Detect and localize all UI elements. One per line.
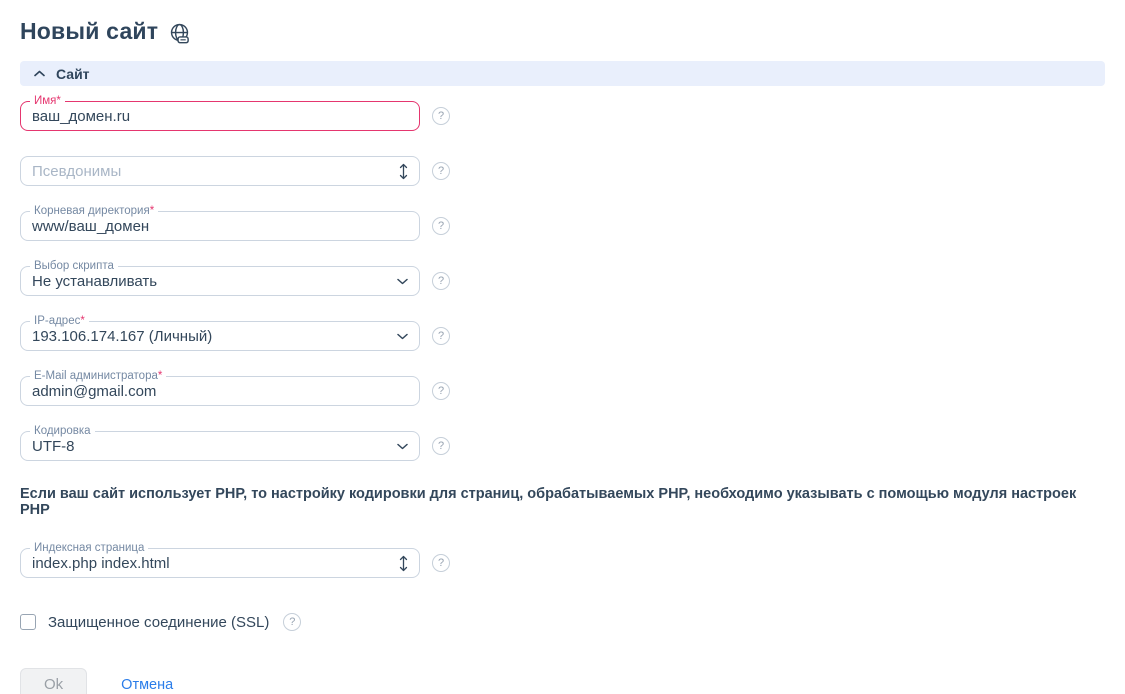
help-icon[interactable]: ?	[432, 272, 450, 290]
field-row-aliases: ?	[20, 156, 1105, 186]
form-actions: Ok Отмена	[20, 668, 1105, 694]
root-dir-label: Корневая директория*	[30, 204, 158, 218]
field-row-script: Выбор скрипта Не устанавливать ?	[20, 266, 1105, 296]
name-label: Имя*	[30, 94, 65, 108]
index-page-label: Индексная страница	[30, 541, 148, 555]
field-row-index-page: Индексная страница ?	[20, 548, 1105, 578]
field-row-email: E-Mail администратора* ?	[20, 376, 1105, 406]
site-form: Имя* ? ? Корневая дирек	[20, 101, 1105, 694]
field-row-root-dir: Корневая директория* ?	[20, 211, 1105, 241]
help-icon[interactable]: ?	[432, 554, 450, 572]
name-input-wrapper[interactable]: Имя*	[20, 101, 420, 131]
ssl-checkbox[interactable]	[20, 614, 36, 630]
ssl-checkbox-row: Защищенное соединение (SSL) ?	[20, 613, 1105, 631]
php-encoding-note: Если ваш сайт использует PHP, то настрой…	[20, 486, 1105, 518]
chevron-up-icon	[34, 70, 45, 77]
ok-button[interactable]: Ok	[20, 668, 87, 694]
email-input-wrapper[interactable]: E-Mail администратора*	[20, 376, 420, 406]
help-icon[interactable]: ?	[432, 437, 450, 455]
expand-vertical-icon[interactable]	[399, 555, 408, 572]
ip-selected-value: 193.106.174.167 (Личный)	[32, 328, 389, 345]
help-icon[interactable]: ?	[432, 107, 450, 125]
www-domain-globe-icon	[168, 22, 191, 45]
field-row-name: Имя* ?	[20, 101, 1105, 131]
script-label: Выбор скрипта	[30, 259, 118, 273]
email-label: E-Mail администратора*	[30, 369, 166, 383]
section-title: Сайт	[56, 66, 90, 82]
help-icon[interactable]: ?	[432, 382, 450, 400]
field-row-ip: IP-адрес* 193.106.174.167 (Личный) ?	[20, 321, 1105, 351]
help-icon[interactable]: ?	[432, 217, 450, 235]
help-icon[interactable]: ?	[283, 613, 301, 631]
script-selected-value: Не устанавливать	[32, 273, 389, 290]
index-page-input-wrapper[interactable]: Индексная страница	[20, 548, 420, 578]
expand-vertical-icon[interactable]	[399, 163, 408, 180]
ip-select[interactable]: IP-адрес* 193.106.174.167 (Личный)	[20, 321, 420, 351]
charset-select[interactable]: Кодировка UTF-8	[20, 431, 420, 461]
charset-label: Кодировка	[30, 424, 95, 438]
script-select[interactable]: Выбор скрипта Не устанавливать	[20, 266, 420, 296]
page-header: Новый сайт	[20, 18, 1105, 45]
root-dir-input-wrapper[interactable]: Корневая директория*	[20, 211, 420, 241]
aliases-input[interactable]	[32, 157, 391, 185]
chevron-down-icon	[397, 278, 408, 285]
name-input[interactable]	[32, 102, 408, 130]
charset-selected-value: UTF-8	[32, 438, 389, 455]
field-row-charset: Кодировка UTF-8 ?	[20, 431, 1105, 461]
chevron-down-icon	[397, 333, 408, 340]
ssl-checkbox-label[interactable]: Защищенное соединение (SSL)	[48, 614, 269, 631]
aliases-input-wrapper[interactable]	[20, 156, 420, 186]
chevron-down-icon	[397, 443, 408, 450]
ip-label: IP-адрес*	[30, 314, 89, 328]
new-site-page: Новый сайт Сайт Имя* ?	[0, 0, 1125, 694]
cancel-link[interactable]: Отмена	[121, 677, 173, 693]
help-icon[interactable]: ?	[432, 162, 450, 180]
page-title: Новый сайт	[20, 18, 158, 45]
section-header-site[interactable]: Сайт	[20, 61, 1105, 86]
help-icon[interactable]: ?	[432, 327, 450, 345]
